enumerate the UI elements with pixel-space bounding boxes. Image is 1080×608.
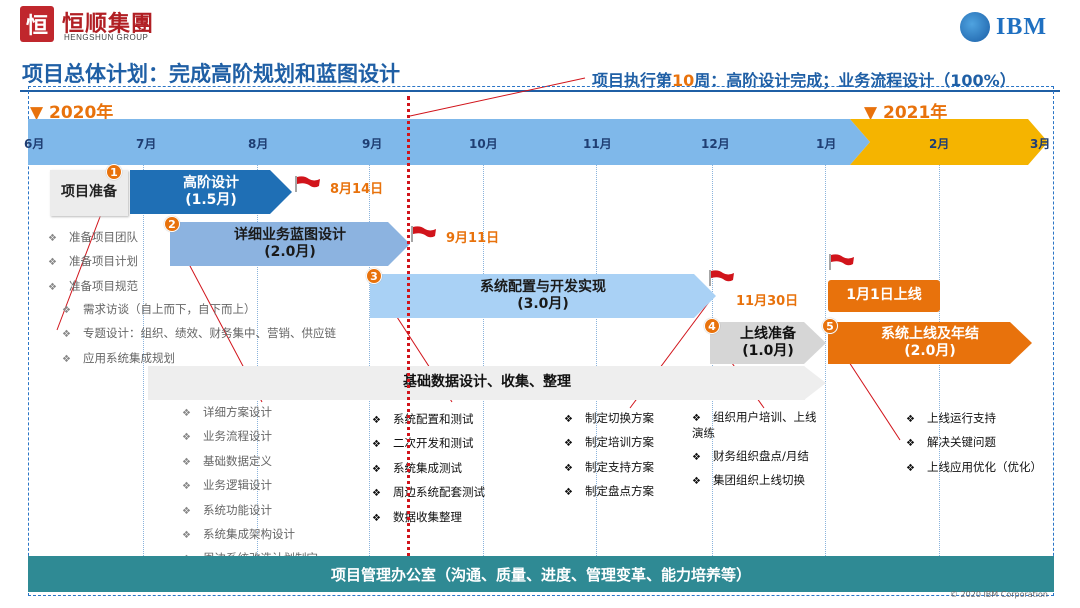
list-item: 集团组织上线切换 xyxy=(692,469,822,493)
phase-build: 系统配置与开发实现 (3.0月) xyxy=(370,274,716,318)
step-number-2: 2 xyxy=(164,216,180,232)
month-tick: 2月 xyxy=(929,137,950,151)
golive-date-badge: 1月1日上线 xyxy=(828,280,940,312)
month-tick: 6月 xyxy=(24,137,45,151)
list-item: 制定切换方案 xyxy=(564,407,654,431)
month-tick: 1月 xyxy=(816,137,837,151)
pmo-bar: 项目管理办公室（沟通、质量、进度、管理变革、能力培养等） xyxy=(28,556,1054,592)
month-tick: 8月 xyxy=(248,137,269,151)
list-item: 基础数据定义 xyxy=(182,450,318,474)
list-item: 系统集成测试 xyxy=(372,457,485,481)
copyright-footer: © 2020 IBM Corporation xyxy=(950,590,1048,599)
month-tick: 12月 xyxy=(701,137,730,151)
list-item: 财务组织盘点/月结 xyxy=(692,445,822,469)
list-item: 数据收集整理 xyxy=(372,506,485,530)
golive-task-list: 上线运行支持 解决关键问题 上线应用优化（优化） xyxy=(906,407,1042,480)
list-item: 应用系统集成规划 xyxy=(62,347,336,371)
list-item: 上线运行支持 xyxy=(906,407,1042,431)
list-item: 业务逻辑设计 xyxy=(182,474,318,498)
prep-task-list: 准备项目团队 准备项目计划 准备项目规范 xyxy=(48,226,138,299)
list-item: 系统配置和测试 xyxy=(372,408,485,432)
month-tick: 3月 xyxy=(1030,137,1051,151)
milestone-date-1: 8月14日 xyxy=(330,182,384,197)
phase-golive: 系统上线及年结 (2.0月) xyxy=(828,322,1032,364)
list-item: 准备项目团队 xyxy=(48,226,138,250)
build-task-list: 系统配置和测试 二次开发和测试 系统集成测试 周边系统配套测试 数据收集整理 xyxy=(372,408,485,530)
month-tick: 7月 xyxy=(136,137,157,151)
list-item: 上线应用优化（优化） xyxy=(906,456,1042,480)
step-number-3: 3 xyxy=(366,268,382,284)
list-item: 需求访谈（自上而下，自下而上） xyxy=(62,298,336,322)
list-item: 组织用户培训、上线演练 xyxy=(692,407,822,445)
list-item: 制定盘点方案 xyxy=(564,480,654,504)
list-item: 制定支持方案 xyxy=(564,456,654,480)
step-number-5: 5 xyxy=(822,318,838,334)
milestone-flag-icon xyxy=(411,226,436,242)
phase-golive-prep: 上线准备 (1.0月) xyxy=(710,322,826,364)
milestone-date-3: 11月30日 xyxy=(736,294,799,309)
list-item: 详细方案设计 xyxy=(182,401,318,425)
phase-high-level-design: 高阶设计 (1.5月) xyxy=(130,170,292,214)
list-item: 制定培训方案 xyxy=(564,431,654,455)
step-number-1: 1 xyxy=(106,164,122,180)
list-item: 业务流程设计 xyxy=(182,425,318,449)
list-item: 系统集成架构设计 xyxy=(182,523,318,547)
phase-blueprint-design: 详细业务蓝图设计 (2.0月) xyxy=(170,222,410,266)
list-item: 准备项目计划 xyxy=(48,250,138,274)
step-number-4: 4 xyxy=(704,318,720,334)
list-item: 系统功能设计 xyxy=(182,499,318,523)
milestone-flag-icon xyxy=(295,176,320,192)
month-tick: 11月 xyxy=(583,137,612,151)
month-gridline xyxy=(825,165,826,560)
list-item: 准备项目规范 xyxy=(48,275,138,299)
blueprint-task-list: 详细方案设计 业务流程设计 基础数据定义 业务逻辑设计 系统功能设计 系统集成架… xyxy=(182,401,318,572)
month-tick: 9月 xyxy=(362,137,383,151)
timeline-band xyxy=(28,119,1048,165)
milestone-flag-icon xyxy=(709,270,734,286)
current-week-marker xyxy=(407,96,410,582)
list-item: 专题设计：组织、绩效、财务集中、营销、供应链 xyxy=(62,322,336,346)
cutover-plan-list: 制定切换方案 制定培训方案 制定支持方案 制定盘点方案 xyxy=(564,407,654,505)
high-level-task-list: 需求访谈（自上而下，自下而上） 专题设计：组织、绩效、财务集中、营销、供应链 应… xyxy=(62,298,336,371)
milestone-date-2: 9月11日 xyxy=(446,231,500,246)
list-item: 二次开发和测试 xyxy=(372,432,485,456)
list-item: 周边系统配套测试 xyxy=(372,481,485,505)
milestone-flag-icon xyxy=(829,254,854,270)
golive-prep-task-list: 组织用户培训、上线演练 财务组织盘点/月结 集团组织上线切换 xyxy=(692,407,822,494)
list-item: 解决关键问题 xyxy=(906,431,1042,455)
month-tick: 10月 xyxy=(469,137,498,151)
